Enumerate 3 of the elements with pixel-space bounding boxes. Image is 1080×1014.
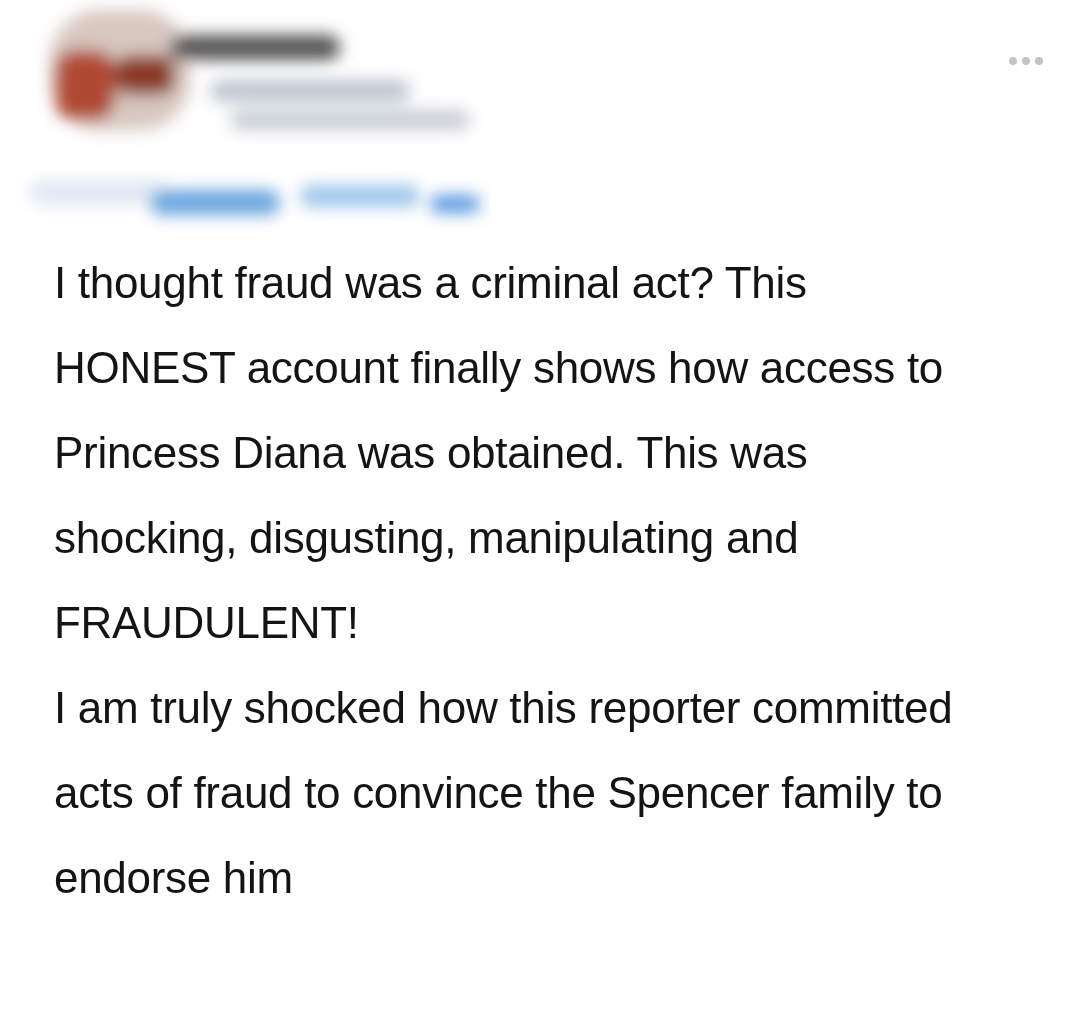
more-icon[interactable] [1008, 56, 1044, 66]
post-text: I am truly shocked how this reporter committed acts of fraud to convince the Spencer family to endorse him [54, 682, 954, 904]
post-text: I thought fraud was a criminal act? This HONEST account finally shows how access to Princess Diana was obtained. This was shocking, disgusting, manipulating and FRAUDULENT! [54, 257, 944, 649]
